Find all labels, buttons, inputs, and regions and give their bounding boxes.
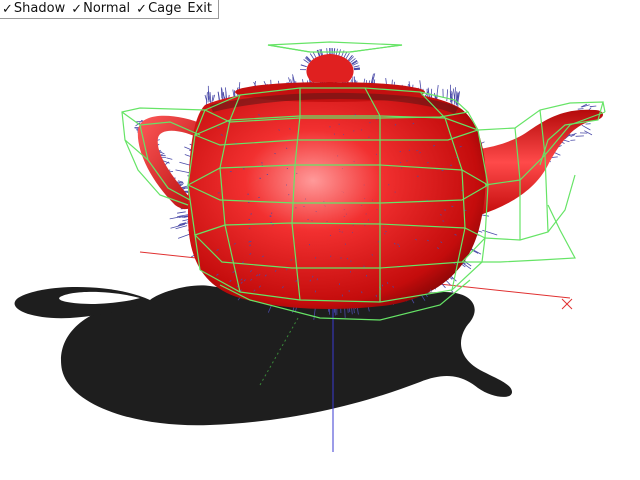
- normal-vector: [353, 65, 360, 68]
- axis-x-end-marker: [561, 298, 573, 310]
- cage-checkmark-icon: ✓: [136, 1, 148, 17]
- normal-vector: [442, 220, 445, 222]
- normal-vector: [270, 212, 273, 214]
- exit-button-label: Exit: [187, 1, 212, 16]
- normal-vector: [376, 118, 378, 121]
- normal-vector: [307, 219, 309, 221]
- normal-vector: [309, 279, 311, 282]
- normal-vector: [179, 161, 191, 166]
- teapot-shadow: [14, 285, 512, 426]
- normal-vector: [312, 275, 314, 278]
- normal-vector: [248, 218, 251, 221]
- normal-vector: [563, 139, 570, 143]
- normal-vector: [589, 105, 597, 108]
- normal-vector: [308, 244, 311, 246]
- normal-vector: [365, 274, 368, 277]
- 3d-viewport[interactable]: [0, 0, 640, 480]
- normal-vector: [369, 122, 371, 124]
- exit-button[interactable]: Exit: [187, 0, 212, 18]
- normal-vector: [482, 229, 498, 236]
- normal-vector: [446, 89, 448, 102]
- normal-vector: [285, 147, 288, 149]
- normal-vector: [345, 52, 350, 60]
- normal-vector: [270, 215, 272, 217]
- normal-vector: [439, 214, 442, 216]
- normal-vector: [312, 51, 317, 59]
- normal-vector: [274, 152, 276, 155]
- shadow-checkmark-icon: ✓: [2, 1, 13, 17]
- normal-checkmark-icon: ✓: [71, 1, 83, 17]
- normal-vector: [177, 233, 191, 239]
- shadow-toggle-label: Shadow: [13, 1, 66, 16]
- normal-vector: [416, 149, 418, 152]
- normal-vector: [367, 219, 370, 221]
- normal-vector: [166, 157, 173, 160]
- normal-vector: [368, 136, 370, 138]
- normal-vector: [211, 95, 214, 104]
- normal-vector: [399, 151, 401, 153]
- normal-toggle[interactable]: ✓ Normal: [71, 0, 130, 18]
- shadow-toggle[interactable]: ✓ Shadow: [2, 0, 65, 18]
- normal-vector: [250, 213, 253, 215]
- normal-vector: [375, 294, 377, 297]
- normal-vector: [577, 108, 584, 110]
- menu-bar: ✓ Shadow ✓ Normal ✓ Cage Exit: [0, 0, 219, 19]
- teapot-body: [188, 87, 486, 310]
- cage-toggle-label: Cage: [148, 1, 182, 16]
- normal-vector: [581, 124, 591, 131]
- cage-toggle[interactable]: ✓ Cage: [136, 0, 181, 18]
- normal-vector: [384, 233, 386, 235]
- normal-vector: [177, 211, 186, 214]
- normal-vector: [371, 254, 373, 256]
- normal-vector: [375, 153, 378, 155]
- normal-vector: [205, 92, 208, 105]
- normal-toggle-label: Normal: [83, 1, 131, 16]
- normal-vector: [408, 149, 411, 151]
- normal-vector: [385, 230, 387, 233]
- normal-vector: [175, 169, 191, 174]
- normal-vector: [170, 224, 186, 229]
- normal-vector: [378, 241, 380, 243]
- normal-vector: [419, 152, 421, 154]
- normal-vector: [220, 87, 223, 99]
- normal-vector: [177, 180, 183, 183]
- normal-vector: [554, 152, 561, 156]
- normal-vector: [383, 226, 385, 228]
- normal-vector: [309, 53, 315, 60]
